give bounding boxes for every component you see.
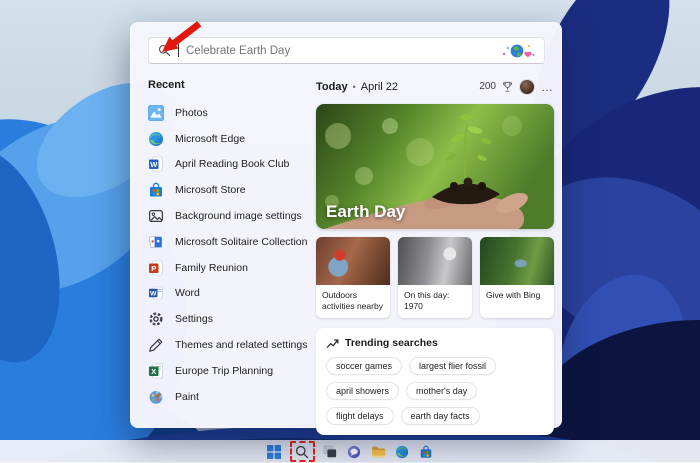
trending-chip[interactable]: earth day facts	[401, 407, 480, 425]
today-feed: Today • April 22 200 …	[316, 79, 554, 435]
task-view-button[interactable]	[323, 444, 338, 459]
recent-section: Recent Photos Microsoft Edge W April Rea…	[148, 79, 310, 410]
chat-button[interactable]	[347, 444, 362, 459]
recent-item-label: Background image settings	[175, 210, 302, 222]
trending-title: Trending searches	[345, 337, 438, 349]
recent-item-label: Photos	[175, 107, 208, 119]
annotation-dashed-box	[290, 441, 315, 462]
store-icon	[419, 445, 433, 459]
feed-cards: Outdoors activities nearby On this day: …	[316, 237, 554, 318]
avatar[interactable]	[519, 79, 535, 95]
pencil-icon	[148, 337, 164, 353]
more-menu-button[interactable]: …	[541, 83, 554, 91]
word-app-icon: W	[148, 285, 164, 301]
store-button[interactable]	[419, 444, 434, 459]
edge-button[interactable]	[395, 444, 410, 459]
recent-item-background-image-settings[interactable]: Background image settings	[148, 203, 310, 229]
edge-icon	[148, 131, 164, 147]
solitaire-icon	[148, 234, 164, 250]
recent-item-settings[interactable]: Settings	[148, 306, 310, 332]
trending-searches-card: Trending searches soccer games largest f…	[316, 328, 554, 435]
text-cursor	[178, 44, 179, 57]
recent-item-themes-and-related-settings[interactable]: Themes and related settings	[148, 332, 310, 358]
file-explorer-button[interactable]	[371, 444, 386, 459]
recent-item-microsoft-edge[interactable]: Microsoft Edge	[148, 126, 310, 152]
hero-card-earth-day[interactable]: Earth Day	[316, 104, 554, 229]
recent-item-label: Microsoft Solitaire Collection	[175, 236, 307, 248]
recent-title: Recent	[148, 79, 310, 91]
recent-item-word[interactable]: W Word	[148, 281, 310, 307]
recent-item-label: Paint	[175, 391, 199, 403]
folder-icon	[371, 445, 386, 459]
powerpoint-document-icon: P	[148, 260, 164, 276]
recent-item-europe-trip-planning[interactable]: X Europe Trip Planning	[148, 358, 310, 384]
rewards-points[interactable]: 200	[479, 81, 496, 92]
recent-item-label: Word	[175, 287, 200, 299]
word-document-icon: W	[148, 156, 164, 172]
trending-chips: soccer games largest flier fossil april …	[326, 357, 544, 425]
recent-item-label: Family Reunion	[175, 262, 248, 274]
recent-item-april-reading-book-club[interactable]: W April Reading Book Club	[148, 152, 310, 178]
excel-document-icon: X	[148, 363, 164, 379]
trending-icon	[326, 338, 339, 349]
recent-item-label: Microsoft Edge	[175, 133, 245, 145]
earth-day-globe-icon	[501, 42, 535, 60]
card-on-this-day[interactable]: On this day: 1970	[398, 237, 472, 318]
svg-text:W: W	[150, 160, 158, 169]
recent-item-microsoft-store[interactable]: Microsoft Store	[148, 177, 310, 203]
recent-item-label: Settings	[175, 313, 213, 325]
recent-item-photos[interactable]: Photos	[148, 100, 310, 126]
search-icon	[295, 445, 309, 459]
start-button[interactable]	[267, 444, 282, 459]
card-label: On this day: 1970	[398, 285, 472, 318]
paint-icon	[148, 389, 164, 405]
svg-text:X: X	[151, 367, 156, 376]
give-with-bing-card-image	[480, 237, 554, 285]
windows-logo-icon	[267, 445, 281, 459]
rewards-trophy-icon[interactable]	[502, 81, 513, 93]
task-view-icon	[323, 445, 337, 459]
card-outdoors-activities[interactable]: Outdoors activities nearby	[316, 237, 390, 318]
today-label: Today	[316, 81, 348, 93]
card-label: Outdoors activities nearby	[316, 285, 390, 318]
search-panel: Celebrate Earth Day Recent Photos	[130, 22, 562, 428]
taskbar-search-button[interactable]	[295, 444, 310, 459]
taskbar	[0, 440, 700, 463]
card-label: Give with Bing	[480, 285, 554, 316]
today-separator: •	[353, 82, 356, 92]
hero-card-title: Earth Day	[326, 202, 405, 222]
recent-item-label: Europe Trip Planning	[175, 365, 273, 377]
today-date: April 22	[361, 81, 398, 93]
trending-chip[interactable]: april showers	[326, 382, 399, 400]
edge-icon	[395, 445, 409, 459]
recent-item-family-reunion[interactable]: P Family Reunion	[148, 255, 310, 281]
chat-icon	[347, 445, 361, 459]
trending-chip[interactable]: largest flier fossil	[409, 357, 496, 375]
recent-item-label: Microsoft Store	[175, 184, 246, 196]
recent-item-microsoft-solitaire-collection[interactable]: Microsoft Solitaire Collection	[148, 229, 310, 255]
svg-text:P: P	[151, 264, 156, 273]
trending-chip[interactable]: mother's day	[406, 382, 477, 400]
recent-item-label: Themes and related settings	[175, 339, 308, 351]
photos-icon	[148, 105, 164, 121]
search-icon	[158, 44, 171, 57]
recent-list: Photos Microsoft Edge W April Reading Bo…	[148, 100, 310, 410]
store-icon	[148, 182, 164, 198]
on-this-day-card-image	[398, 237, 472, 285]
card-give-with-bing[interactable]: Give with Bing	[480, 237, 554, 318]
search-input[interactable]: Celebrate Earth Day	[148, 37, 545, 64]
outdoors-card-image	[316, 237, 390, 285]
svg-text:W: W	[150, 291, 157, 298]
image-settings-icon	[148, 208, 164, 224]
trending-chip[interactable]: soccer games	[326, 357, 402, 375]
recent-item-label: April Reading Book Club	[175, 158, 289, 170]
search-placeholder: Celebrate Earth Day	[186, 45, 494, 57]
trending-chip[interactable]: flight delays	[326, 407, 394, 425]
gear-icon	[148, 311, 164, 327]
today-header: Today • April 22 200 …	[316, 79, 554, 94]
recent-item-paint[interactable]: Paint	[148, 384, 310, 410]
